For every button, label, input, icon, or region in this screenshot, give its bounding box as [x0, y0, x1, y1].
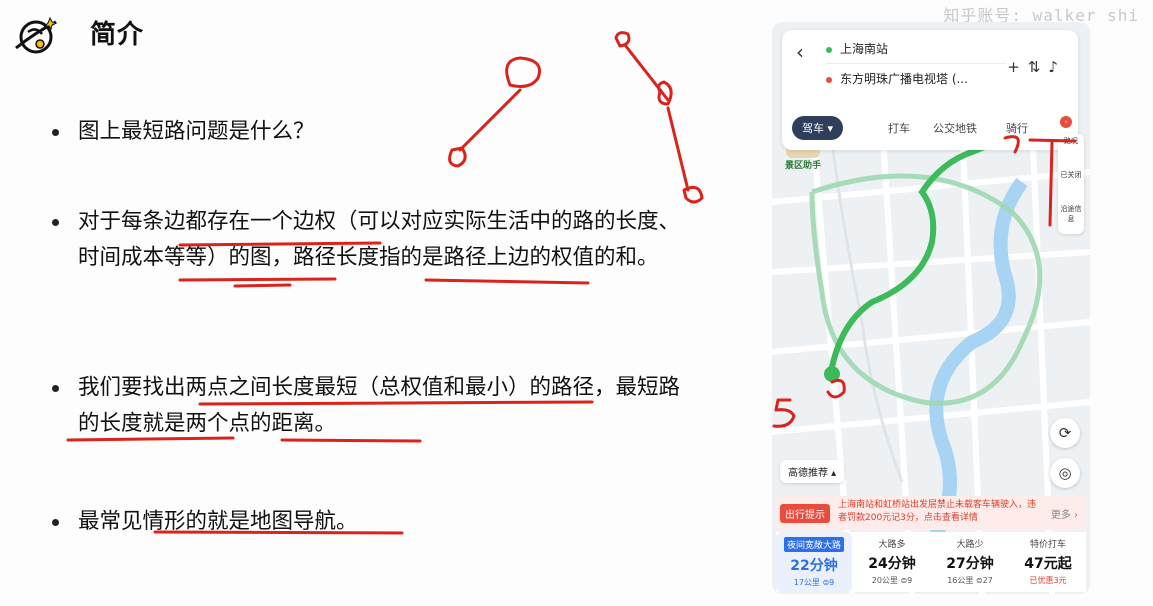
- alert-more-link[interactable]: 更多 ›: [1051, 506, 1078, 521]
- scenic-label: 景区助手: [784, 161, 821, 171]
- bullet-dot: [52, 519, 59, 526]
- travel-alert[interactable]: 出行提示 上海南站和虹桥站出发层禁止未载客车辆驶入，违者罚款200元记3分，点击…: [776, 496, 1086, 530]
- destination-field[interactable]: 东方明珠广播电视塔 (...: [826, 70, 968, 87]
- map-side-tools: 路况 已关闭 沿途信息: [1058, 134, 1084, 234]
- route-label: 大路多: [878, 540, 906, 550]
- route-search-card: ‹ 上海南站 东方明珠广播电视塔 (... +⇅♪ 驾车 ▾ 打车 公交地铁 骑…: [782, 30, 1078, 150]
- bullet-text: 对于每条边都存在一个边权（可以对应实际生活中的路的长度、时间成本等等）的图，路径…: [78, 209, 681, 270]
- chevron-left-icon[interactable]: ‹: [796, 40, 804, 64]
- recommend-selector[interactable]: 高德推荐 ▴: [780, 460, 845, 483]
- ink-underline: [233, 283, 292, 288]
- ink-graph-node: [448, 146, 467, 168]
- tab-taxi[interactable]: 打车: [888, 120, 910, 136]
- route-option[interactable]: 夜间宽敞大路 22分钟 17公里 ⊜9: [776, 532, 852, 592]
- tab-transit[interactable]: 公交地铁: [933, 120, 977, 136]
- route-meta: 已优惠3元: [1029, 576, 1067, 585]
- tab-bike[interactable]: 骑行: [1006, 120, 1028, 136]
- destination-text: 东方明珠广播电视塔 (...: [840, 72, 968, 86]
- destination-dot: [826, 76, 832, 83]
- bullet-text: 最常见情形的就是地图导航。: [78, 509, 358, 534]
- planet-icon: [15, 16, 58, 54]
- refresh-icon[interactable]: ⟳: [1050, 418, 1080, 448]
- route-tools: +⇅♪: [1007, 58, 1066, 76]
- tab-drive[interactable]: 驾车 ▾: [792, 116, 844, 140]
- bullet-text: 图上最短路问题是什么？: [78, 119, 315, 144]
- route-option[interactable]: 大路少 27分钟 16公里 ⊜27: [932, 532, 1008, 592]
- route-option[interactable]: 特价打车 47元起 已优惠3元: [1010, 532, 1086, 592]
- ink-graph-node: [682, 185, 704, 204]
- ink-underline: [424, 278, 590, 285]
- map-app-screenshot: 景区助手 ‹ 上海南站 东方明珠广播电视塔 (... +⇅♪ 驾车 ▾ 打车 公…: [772, 22, 1090, 594]
- route-option[interactable]: 大路多 24分钟 20公里 ⊜9: [854, 532, 930, 592]
- ink-graph-node: [657, 80, 673, 106]
- along-route-info[interactable]: 沿途信息: [1058, 202, 1084, 236]
- transport-mode-tabs: 驾车 ▾ 打车 公交地铁 骑行 ›: [788, 116, 1078, 142]
- route-label: 大路少: [956, 540, 984, 550]
- ink-graph-node: [614, 31, 631, 48]
- bullet-dot: [52, 129, 59, 136]
- route-meta: 17公里 ⊜9: [793, 578, 835, 587]
- slide: 简介 知乎账号: walker shi 图上最短路问题是什么？ 对于每条边都存在…: [0, 0, 1153, 606]
- bullet-text: 我们要找出两点之间长度最短（总权值和最小）的路径，最短路的长度就是两个点的距离。: [78, 375, 681, 436]
- locate-icon[interactable]: ◎: [1050, 458, 1080, 488]
- ink-graph-node: [505, 56, 541, 88]
- route-time: 24分钟: [868, 556, 916, 572]
- bullet-dot: [52, 385, 59, 392]
- route-meta: 20公里 ⊜9: [871, 576, 913, 585]
- route-label: 特价打车: [1029, 540, 1066, 550]
- more-modes-icon[interactable]: ›: [1060, 116, 1072, 128]
- origin-dot: [826, 46, 832, 53]
- plus-icon[interactable]: +: [1007, 58, 1028, 76]
- route-time: 22分钟: [790, 558, 838, 574]
- route-time: 47元起: [1024, 556, 1072, 572]
- alert-tag: 出行提示: [780, 504, 830, 523]
- origin-field[interactable]: 上海南站: [826, 40, 888, 57]
- origin-text: 上海南站: [840, 42, 889, 56]
- page-title: 简介: [90, 20, 145, 50]
- divider: [826, 63, 1006, 64]
- bullet-dot: [52, 219, 59, 226]
- route-meta: 16公里 ⊜27: [947, 576, 993, 585]
- route-label: 夜间宽敞大路: [783, 537, 844, 552]
- closed-toggle[interactable]: 已关闭: [1058, 168, 1084, 202]
- route-time: 27分钟: [946, 556, 994, 572]
- swap-icon[interactable]: ⇅: [1028, 58, 1049, 76]
- ink-underline: [178, 277, 337, 282]
- ink-graph-edge: [623, 43, 670, 102]
- alert-message: 上海南站和虹桥站出发层禁止未载客车辆驶入，违者罚款200元记3分，点击查看详情: [838, 500, 1037, 523]
- route-options: 夜间宽敞大路 22分钟 17公里 ⊜9 大路多 24分钟 20公里 ⊜9 大路少…: [776, 532, 1086, 592]
- mic-icon[interactable]: ♪: [1048, 58, 1066, 76]
- traffic-toggle[interactable]: 路况: [1058, 134, 1084, 168]
